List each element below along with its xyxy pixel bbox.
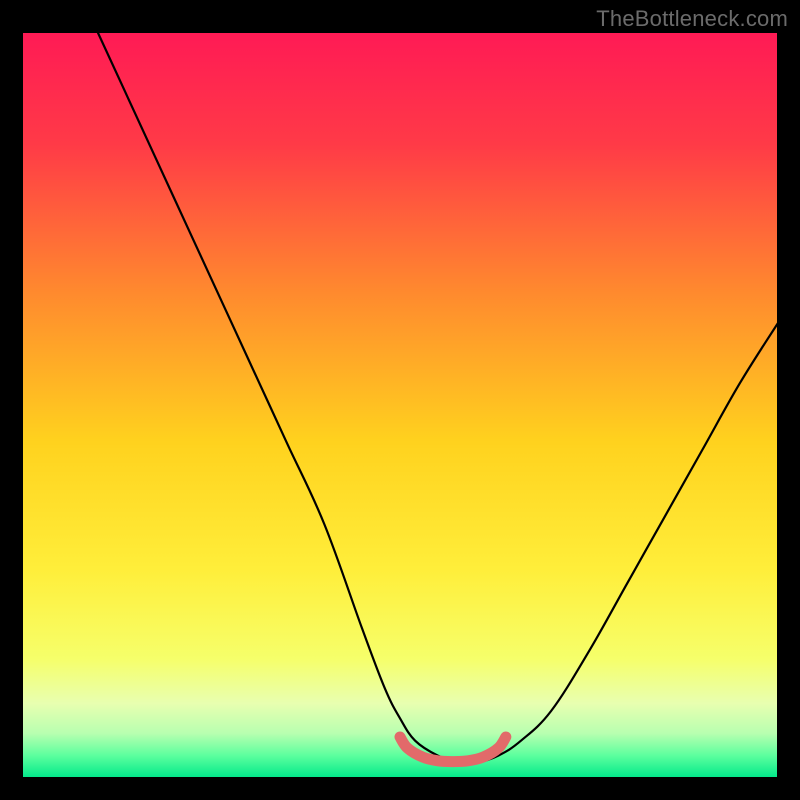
watermark-text: TheBottleneck.com	[596, 6, 788, 32]
chart-container: TheBottleneck.com	[0, 0, 800, 800]
gradient-background	[22, 32, 778, 778]
bottleneck-chart	[0, 0, 800, 800]
